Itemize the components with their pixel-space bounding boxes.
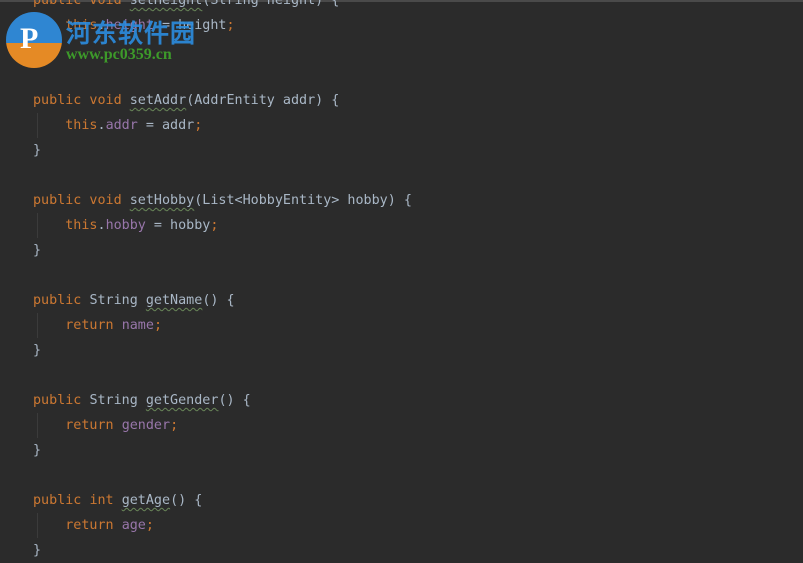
code-line[interactable]: public String getName() { [33,288,412,313]
code-keyword: return [65,418,122,433]
code-method-name: setHobby [129,193,195,208]
indent-guide [37,113,38,138]
code-line[interactable]: return age; [33,513,412,538]
code-keyword: public [33,493,90,508]
code-line[interactable]: } [33,238,412,263]
code-token: } [33,543,42,558]
watermark-title: 河东软件园 [66,19,197,48]
code-field: hobby [105,218,146,233]
watermark-logo-icon: P [6,12,62,68]
watermark-url: www.pc0359.cn [66,46,172,63]
code-keyword: this [65,118,98,133]
code-line[interactable] [33,263,412,288]
code-line[interactable]: } [33,538,412,563]
code-line[interactable] [33,363,412,388]
code-keyword: public [33,293,90,308]
code-token: = hobby [145,218,211,233]
code-line[interactable]: } [33,438,412,463]
code-token: } [33,143,42,158]
watermark: P 河东软件园 www.pc0359.cn [4,12,234,72]
code-token: = addr [137,118,195,133]
code-token: . [97,218,106,233]
code-line[interactable]: } [33,138,412,163]
code-token: } [33,343,42,358]
code-token: } [33,443,42,458]
code-token: () { [170,493,203,508]
code-line[interactable]: public String getGender() { [33,388,412,413]
code-keyword: int [89,493,122,508]
indent-guide [37,313,38,338]
code-editor[interactable]: public void setHeight(String height) { t… [33,0,412,563]
code-token: String [89,393,146,408]
code-line[interactable]: public void setHobby(List<HobbyEntity> h… [33,188,412,213]
code-keyword: this [65,218,98,233]
code-line[interactable] [33,163,412,188]
code-token: . [97,118,106,133]
code-field: addr [105,118,138,133]
indent-guide [37,513,38,538]
code-token: ; [145,518,154,533]
indent-guide [37,413,38,438]
code-token: () { [202,293,235,308]
code-method-name: getGender [145,393,219,408]
code-token: String [89,293,146,308]
code-token: () { [218,393,251,408]
code-line[interactable]: public void setAddr(AddrEntity addr) { [33,88,412,113]
code-token: } [33,243,42,258]
code-field: gender [121,418,171,433]
code-token: (AddrEntity addr) { [186,93,340,108]
code-keyword: public void [33,0,130,8]
code-token: (String height) { [202,0,340,8]
code-token: ; [210,218,219,233]
code-token: ; [194,118,203,133]
code-token: ; [170,418,179,433]
code-token: (List<HobbyEntity> hobby) { [194,193,412,208]
code-keyword: public void [33,93,130,108]
code-method-name: getName [145,293,203,308]
code-method-name: setAddr [129,93,187,108]
code-method-name: getAge [121,493,171,508]
code-keyword: return [65,318,122,333]
code-line[interactable]: this.hobby = hobby; [33,213,412,238]
code-keyword: public void [33,193,130,208]
code-field: name [121,318,154,333]
code-line[interactable] [33,463,412,488]
code-line[interactable]: return name; [33,313,412,338]
code-line[interactable]: } [33,338,412,363]
code-method-name: setHeight [129,0,203,8]
code-keyword: public [33,393,90,408]
code-field: age [121,518,146,533]
code-line[interactable]: public int getAge() { [33,488,412,513]
indent-guide [37,213,38,238]
code-token: ; [153,318,162,333]
code-line[interactable]: return gender; [33,413,412,438]
code-keyword: return [65,518,122,533]
code-line[interactable]: this.addr = addr; [33,113,412,138]
